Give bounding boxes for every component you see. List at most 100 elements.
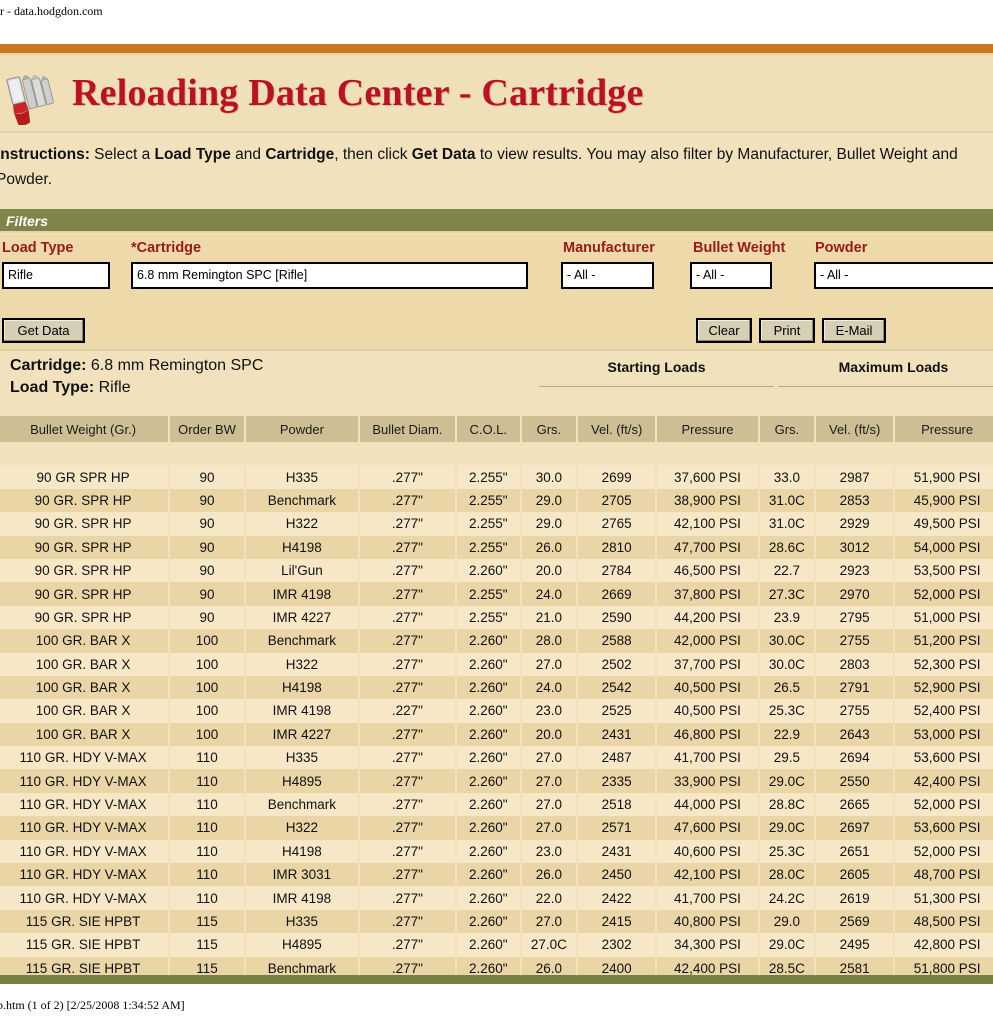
- table-cell: 25.3C: [759, 839, 815, 864]
- table-row[interactable]: 110 GR. HDY V-MAX 110 H4895.277" 2.260" 27.0…: [0, 769, 993, 793]
- table-cell: Benchmark: [245, 792, 358, 817]
- select-powder[interactable]: - All -: [814, 262, 993, 289]
- col-order-bw[interactable]: Order BW: [170, 416, 244, 442]
- table-cell: 100: [170, 722, 244, 747]
- col-start-grs[interactable]: Grs.: [521, 416, 577, 442]
- table-row[interactable]: 115 GR. SIE HPBT 115 H4895.277" 2.260" 27.0C…: [0, 933, 993, 957]
- table-header-row: Bullet Weight (Gr.) Order BW Powder Bull…: [0, 416, 993, 442]
- table-cell: 2590: [578, 605, 656, 630]
- table-cell: 2810: [578, 535, 656, 559]
- table-row[interactable]: 90 GR. SPR HP 90 Lil'Gun .277" 2.260" 20.0 278…: [0, 558, 993, 583]
- table-cell: 22.9: [759, 722, 815, 747]
- col-bullet-weight[interactable]: Bullet Weight (Gr.): [0, 416, 169, 442]
- select-cartridge[interactable]: 6.8 mm Remington SPC [Rifle]: [131, 262, 528, 289]
- col-bullet-diam[interactable]: Bullet Diam.: [359, 416, 455, 442]
- table-cell: 53,600 PSI: [895, 816, 993, 840]
- table-row[interactable]: 100 GR. BAR X 100 Benchmark .277" 2.260" 28.0…: [0, 629, 993, 653]
- col-max-pressure[interactable]: Pressure: [895, 416, 993, 442]
- table-row[interactable]: 90 GR. SPR HP 90 H4198.277" 2.255" 26.0 2810 4…: [0, 535, 993, 559]
- table-cell: 2694: [816, 746, 894, 770]
- table-cell: 22.7: [759, 558, 815, 583]
- table-cell: 51,000 PSI: [895, 605, 993, 630]
- col-powder[interactable]: Powder: [245, 416, 358, 442]
- table-row[interactable]: 90 GR. SPR HP 90 IMR 4227.277" 2.255" 21.0 25…: [0, 605, 993, 630]
- col-max-grs[interactable]: Grs.: [759, 416, 815, 442]
- filters-button-row: Get Data Clear Print E-Mail: [0, 311, 993, 351]
- col-start-pressure[interactable]: Pressure: [657, 416, 758, 442]
- table-cell: 2550: [816, 769, 894, 793]
- print-button[interactable]: Print: [759, 318, 815, 343]
- table-cell: 27.0: [521, 792, 577, 817]
- table-head: Bullet Weight (Gr.) Order BW Powder Bull…: [0, 416, 993, 465]
- col-col[interactable]: C.O.L.: [456, 416, 520, 442]
- table-cell: 2422: [578, 886, 656, 910]
- table-row[interactable]: 110 GR. HDY V-MAX 110 IMR 4198.277" 2.260" 2…: [0, 886, 993, 910]
- result-meta: Cartridge: 6.8 mm Remington SPC Load Typ…: [0, 354, 993, 414]
- table-cell: 28.0: [521, 629, 577, 653]
- table-cell: 2795: [816, 605, 894, 630]
- table-row[interactable]: 90 GR. SPR HP 90 H322.277" 2.255" 29.0 2765 42…: [0, 512, 993, 536]
- table-row[interactable]: 100 GR. BAR X 100 IMR 4227.277" 2.260" 20.0 2…: [0, 722, 993, 747]
- table-row[interactable]: 100 GR. BAR X 100 H4198.277" 2.260" 24.0 2542…: [0, 675, 993, 700]
- table-cell: 33.0: [759, 465, 815, 489]
- table-cell: 2542: [578, 675, 656, 700]
- table-cell: 29.0: [521, 488, 577, 513]
- get-data-button[interactable]: Get Data: [2, 318, 85, 343]
- table-cell: 2987: [816, 465, 894, 489]
- table-row[interactable]: 115 GR. SIE HPBT 115 H335.277" 2.260" 27.0 24…: [0, 909, 993, 934]
- clear-button[interactable]: Clear: [696, 318, 752, 343]
- table-cell: 115 GR. SIE HPBT: [0, 909, 169, 934]
- table-cell: 27.3C: [759, 582, 815, 606]
- table-cell: 47,700 PSI: [657, 535, 758, 559]
- table-cell: 2699: [578, 465, 656, 489]
- table-cell: 115: [170, 933, 244, 957]
- table-row[interactable]: 110 GR. HDY V-MAX 110 H335.277" 2.260" 27.0 2…: [0, 746, 993, 770]
- table-cell: 2.260": [456, 558, 520, 583]
- col-max-velocity[interactable]: Vel. (ft/s): [816, 416, 894, 442]
- table-cell: .277": [359, 558, 455, 583]
- table-cell: 21.0: [521, 605, 577, 630]
- table-row[interactable]: 90 GR SPR HP 90 H335.277" 2.255" 30.0 2699 37,…: [0, 465, 993, 489]
- table-cell: H335: [245, 746, 358, 770]
- table-cell: 2665: [816, 792, 894, 817]
- table-row[interactable]: 90 GR. SPR HP 90 Benchmark .277" 2.255" 29.0 2…: [0, 488, 993, 513]
- page-title: Reloading Data Center - Cartridge: [72, 72, 644, 114]
- load-type-summary-value: Rifle: [94, 379, 131, 396]
- table-cell: .277": [359, 465, 455, 489]
- table-cell: 2.260": [456, 816, 520, 840]
- table-row[interactable]: 110 GR. HDY V-MAX 110 H322.277" 2.260" 27.0 2…: [0, 816, 993, 840]
- table-cell: H322: [245, 816, 358, 840]
- table-cell: 53,000 PSI: [895, 722, 993, 747]
- email-button[interactable]: E-Mail: [822, 318, 886, 343]
- table-cell: 52,400 PSI: [895, 699, 993, 723]
- table-cell: 52,000 PSI: [895, 792, 993, 817]
- table-cell: 2923: [816, 558, 894, 583]
- table-cell: 2.260": [456, 675, 520, 700]
- table-cell: 2784: [578, 558, 656, 583]
- table-row[interactable]: 90 GR. SPR HP 90 IMR 4198.277" 2.255" 24.0 26…: [0, 582, 993, 606]
- table-cell: 44,000 PSI: [657, 792, 758, 817]
- table-cell: 40,500 PSI: [657, 675, 758, 700]
- select-manufacturer[interactable]: - All -: [561, 262, 654, 289]
- page-root: Center - data.hodgdon.com R: [0, 0, 993, 1024]
- table-cell: 110: [170, 863, 244, 887]
- table-row[interactable]: 100 GR. BAR X 100 H322.277" 2.260" 27.0 2502 3…: [0, 652, 993, 676]
- table-cell: 28.0C: [759, 863, 815, 887]
- table-row[interactable]: 110 GR. HDY V-MAX 110 IMR 3031.277" 2.260" 2…: [0, 863, 993, 887]
- table-cell: 51,300 PSI: [895, 886, 993, 910]
- select-load-type[interactable]: Rifle: [2, 262, 110, 289]
- table-row[interactable]: 110 GR. HDY V-MAX 110 Benchmark .277" 2.260"…: [0, 792, 993, 817]
- col-start-velocity[interactable]: Vel. (ft/s): [578, 416, 656, 442]
- table-row[interactable]: 100 GR. BAR X 100 IMR 4198.227" 2.260" 23.0 2…: [0, 699, 993, 723]
- table-cell: 100: [170, 675, 244, 700]
- table-cell: 2525: [578, 699, 656, 723]
- table-cell: 2755: [816, 629, 894, 653]
- table-cell: .277": [359, 512, 455, 536]
- table-cell: 42,000 PSI: [657, 629, 758, 653]
- select-bullet-weight[interactable]: - All -: [690, 262, 772, 289]
- table-cell: H335: [245, 909, 358, 934]
- table-row[interactable]: 110 GR. HDY V-MAX 110 H4198.277" 2.260" 23.0…: [0, 839, 993, 864]
- table-cell: .277": [359, 792, 455, 817]
- table-cell: 110 GR. HDY V-MAX: [0, 816, 169, 840]
- table-cell: 115 GR. SIE HPBT: [0, 933, 169, 957]
